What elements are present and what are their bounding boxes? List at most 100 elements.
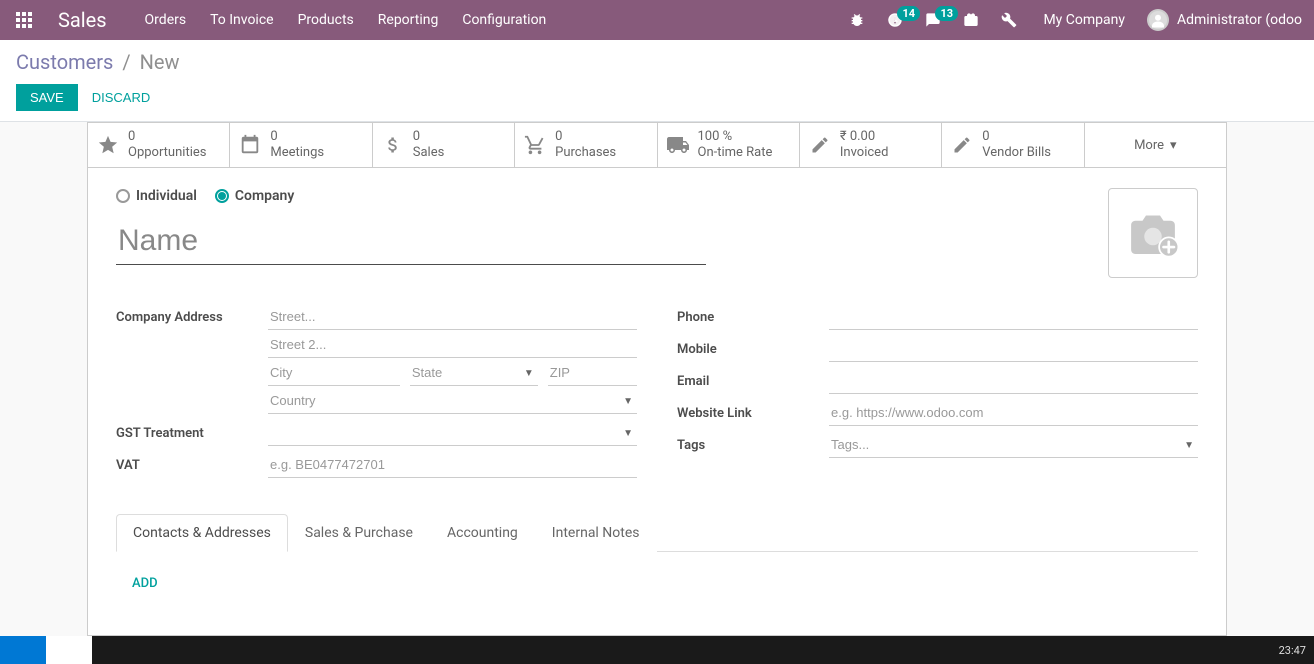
user-menu[interactable]: Administrator (odoo: [1143, 9, 1306, 31]
control-buttons: Save Discard: [16, 84, 1298, 121]
breadcrumb-customers[interactable]: Customers: [16, 50, 113, 74]
stat-invoiced-label: Invoiced: [840, 145, 889, 161]
row-website: Website Link: [677, 400, 1198, 426]
radio-company[interactable]: Company: [215, 188, 294, 204]
company-selector[interactable]: My Company: [1031, 12, 1137, 28]
stat-invoiced-value: ₹ 0.00: [840, 129, 889, 145]
tab-contacts[interactable]: Contacts & Addresses: [116, 514, 288, 552]
nav-right: 14 13 My Company Administrator (odoo: [841, 0, 1306, 40]
main-menu: Orders To Invoice Products Reporting Con…: [133, 0, 559, 40]
label-mobile: Mobile: [677, 336, 829, 357]
email-input[interactable]: [829, 368, 1198, 394]
stat-purchases-label: Purchases: [555, 145, 616, 161]
address-fields: ▼ ▼: [268, 304, 637, 414]
stat-opportunities-value: 0: [128, 129, 206, 145]
stat-meetings-value: 0: [270, 129, 324, 145]
radio-individual[interactable]: Individual: [116, 188, 197, 204]
user-name: Administrator (odoo: [1177, 12, 1302, 28]
search-button[interactable]: [46, 636, 92, 664]
stat-button-box: 0Opportunities 0Meetings 0Sales 0Purchas…: [88, 123, 1226, 168]
form-sheet: 0Opportunities 0Meetings 0Sales 0Purchas…: [87, 122, 1227, 636]
taskbar-left: [0, 636, 92, 664]
stat-purchases-value: 0: [555, 129, 616, 145]
tags-select[interactable]: [829, 432, 1198, 458]
add-button[interactable]: Add: [132, 576, 158, 591]
menu-configuration[interactable]: Configuration: [450, 0, 558, 40]
caret-down-icon: ▾: [1170, 138, 1177, 153]
start-button[interactable]: [0, 636, 46, 664]
radio-circle-icon: [116, 189, 130, 203]
stat-more[interactable]: More ▾: [1085, 123, 1226, 167]
name-area: Individual Company: [116, 188, 1108, 265]
taskbar-clock: 23:47: [1279, 644, 1306, 657]
debug-icon[interactable]: [841, 0, 873, 40]
row-vat: VAT: [116, 452, 637, 478]
website-input[interactable]: [829, 400, 1198, 426]
cart-icon: [523, 133, 547, 157]
row-phone: Phone: [677, 304, 1198, 330]
camera-plus-icon: [1125, 208, 1181, 258]
gift-icon[interactable]: [955, 0, 987, 40]
activity-icon[interactable]: 14: [879, 0, 911, 40]
stat-invoiced[interactable]: ₹ 0.00Invoiced: [800, 123, 942, 167]
stat-meetings[interactable]: 0Meetings: [230, 123, 372, 167]
gst-treatment-select[interactable]: [268, 420, 637, 446]
phone-input[interactable]: [829, 304, 1198, 330]
menu-reporting[interactable]: Reporting: [366, 0, 451, 40]
company-type-radio: Individual Company: [116, 188, 1108, 204]
top-row: Individual Company: [116, 188, 1198, 278]
name-input[interactable]: [116, 220, 706, 265]
star-icon: [96, 133, 120, 157]
state-select[interactable]: [410, 360, 538, 386]
radio-circle-checked-icon: [215, 189, 229, 203]
calendar-icon: [238, 133, 262, 157]
two-column-fields: Company Address ▼: [116, 304, 1198, 484]
vat-input[interactable]: [268, 452, 637, 478]
avatar-icon: [1147, 9, 1169, 31]
breadcrumb-current: New: [140, 50, 180, 74]
stat-ontime[interactable]: 100 %On-time Rate: [658, 123, 800, 167]
stat-more-label: More: [1134, 138, 1164, 153]
image-upload[interactable]: [1108, 188, 1198, 278]
form-body: Individual Company: [88, 168, 1226, 635]
row-gst-treatment: GST Treatment ▼: [116, 420, 637, 446]
save-button[interactable]: Save: [16, 84, 78, 111]
app-brand[interactable]: Sales: [40, 8, 125, 32]
stat-sales-value: 0: [413, 129, 445, 145]
stat-sales[interactable]: 0Sales: [373, 123, 515, 167]
label-website: Website Link: [677, 400, 829, 421]
stat-ontime-value: 100 %: [698, 129, 773, 145]
breadcrumb-sep: /: [118, 50, 134, 74]
label-gst-treatment: GST Treatment: [116, 420, 268, 441]
menu-orders[interactable]: Orders: [133, 0, 199, 40]
stat-purchases[interactable]: 0Purchases: [515, 123, 657, 167]
apps-menu-icon[interactable]: [8, 0, 40, 40]
stat-opportunities[interactable]: 0Opportunities: [88, 123, 230, 167]
form-sheet-wrapper: 0Opportunities 0Meetings 0Sales 0Purchas…: [0, 122, 1314, 636]
label-phone: Phone: [677, 304, 829, 325]
menu-products[interactable]: Products: [286, 0, 366, 40]
stat-sales-label: Sales: [413, 145, 445, 161]
label-tags: Tags: [677, 432, 829, 453]
street2-input[interactable]: [268, 332, 637, 358]
messages-icon[interactable]: 13: [917, 0, 949, 40]
street-input[interactable]: [268, 304, 637, 330]
stat-meetings-label: Meetings: [270, 145, 324, 161]
row-email: Email: [677, 368, 1198, 394]
discard-button[interactable]: Discard: [88, 84, 155, 111]
tab-accounting[interactable]: Accounting: [430, 514, 535, 552]
city-input[interactable]: [268, 360, 400, 386]
left-column: Company Address ▼: [116, 304, 637, 484]
country-select[interactable]: [268, 388, 637, 414]
row-mobile: Mobile: [677, 336, 1198, 362]
mobile-input[interactable]: [829, 336, 1198, 362]
edit-square-icon: [950, 133, 974, 157]
tools-icon[interactable]: [993, 0, 1025, 40]
tab-internal-notes[interactable]: Internal Notes: [535, 514, 657, 552]
menu-to-invoice[interactable]: To Invoice: [198, 0, 286, 40]
label-vat: VAT: [116, 452, 268, 473]
tab-sales-purchase[interactable]: Sales & Purchase: [288, 514, 430, 552]
os-taskbar: 23:47: [0, 636, 1314, 664]
zip-input[interactable]: [548, 360, 637, 386]
stat-vendor-bills[interactable]: 0Vendor Bills: [942, 123, 1084, 167]
